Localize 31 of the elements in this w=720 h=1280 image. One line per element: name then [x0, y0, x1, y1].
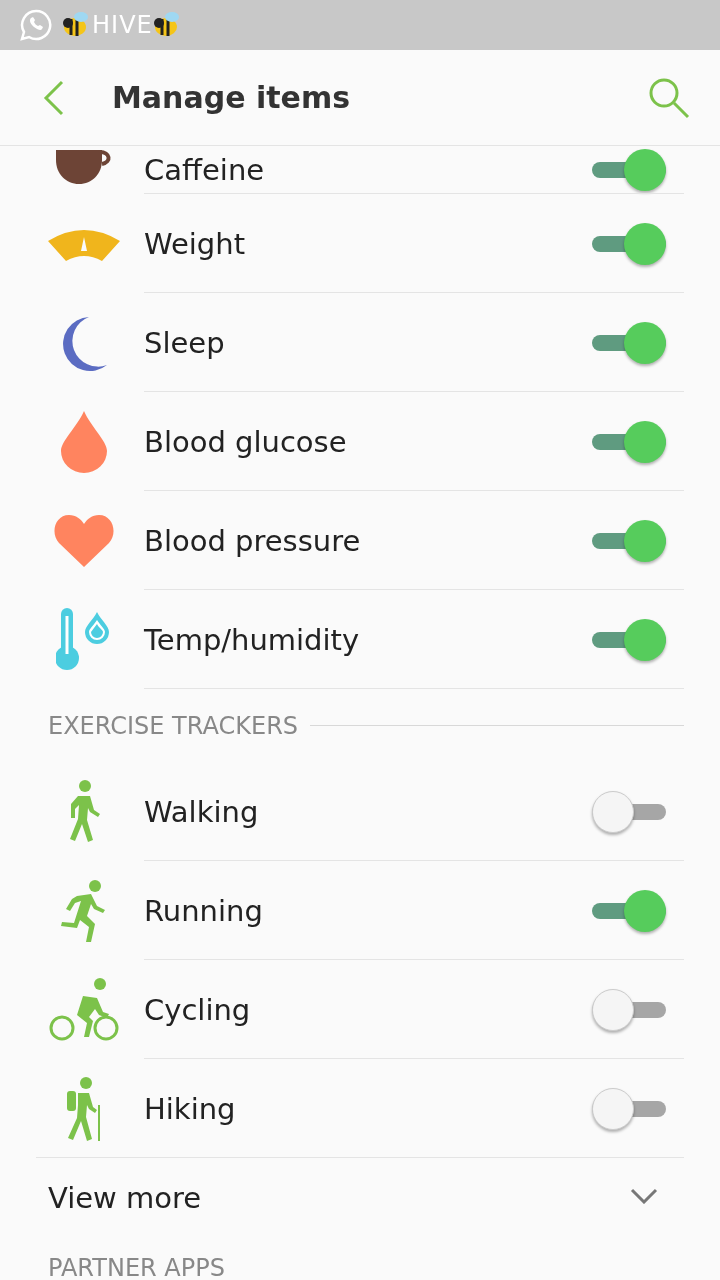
- item-label: Blood glucose: [144, 424, 348, 459]
- item-label: Walking: [144, 794, 260, 829]
- search-icon[interactable]: [648, 76, 690, 119]
- section-heading: PARTNER APPS: [48, 1254, 225, 1280]
- heart-icon: [54, 514, 114, 567]
- item-label: Caffeine: [144, 153, 266, 187]
- thermometer-icon: [56, 607, 112, 672]
- view-more-row[interactable]: View more: [0, 1158, 720, 1238]
- item-label: Sleep: [144, 325, 226, 360]
- toggle-switch[interactable]: [592, 987, 666, 1032]
- toggle-switch[interactable]: [592, 518, 666, 563]
- toggle-switch[interactable]: [592, 320, 666, 365]
- toggle-switch[interactable]: [592, 789, 666, 834]
- toggle-switch[interactable]: [592, 221, 666, 266]
- item-label: Blood pressure: [144, 523, 362, 558]
- drop-icon: [61, 410, 107, 473]
- toggle-switch[interactable]: [592, 1086, 666, 1131]
- section-heading: EXERCISE TRACKERS: [48, 711, 299, 740]
- cyclist-icon: [49, 977, 119, 1042]
- item-label: Hiking: [144, 1091, 237, 1126]
- chevron-down-icon: [630, 1188, 658, 1204]
- toggle-switch[interactable]: [592, 148, 666, 192]
- item-label: Weight: [144, 226, 247, 261]
- item-label: Running: [144, 893, 264, 928]
- page-title: Manage items: [112, 80, 352, 115]
- toggle-switch[interactable]: [592, 888, 666, 933]
- item-label: Temp/humidity: [144, 622, 361, 657]
- chat-app-icon: [20, 9, 52, 41]
- item-label: Cycling: [144, 992, 252, 1027]
- toggle-switch[interactable]: [592, 419, 666, 464]
- toggle-switch[interactable]: [592, 617, 666, 662]
